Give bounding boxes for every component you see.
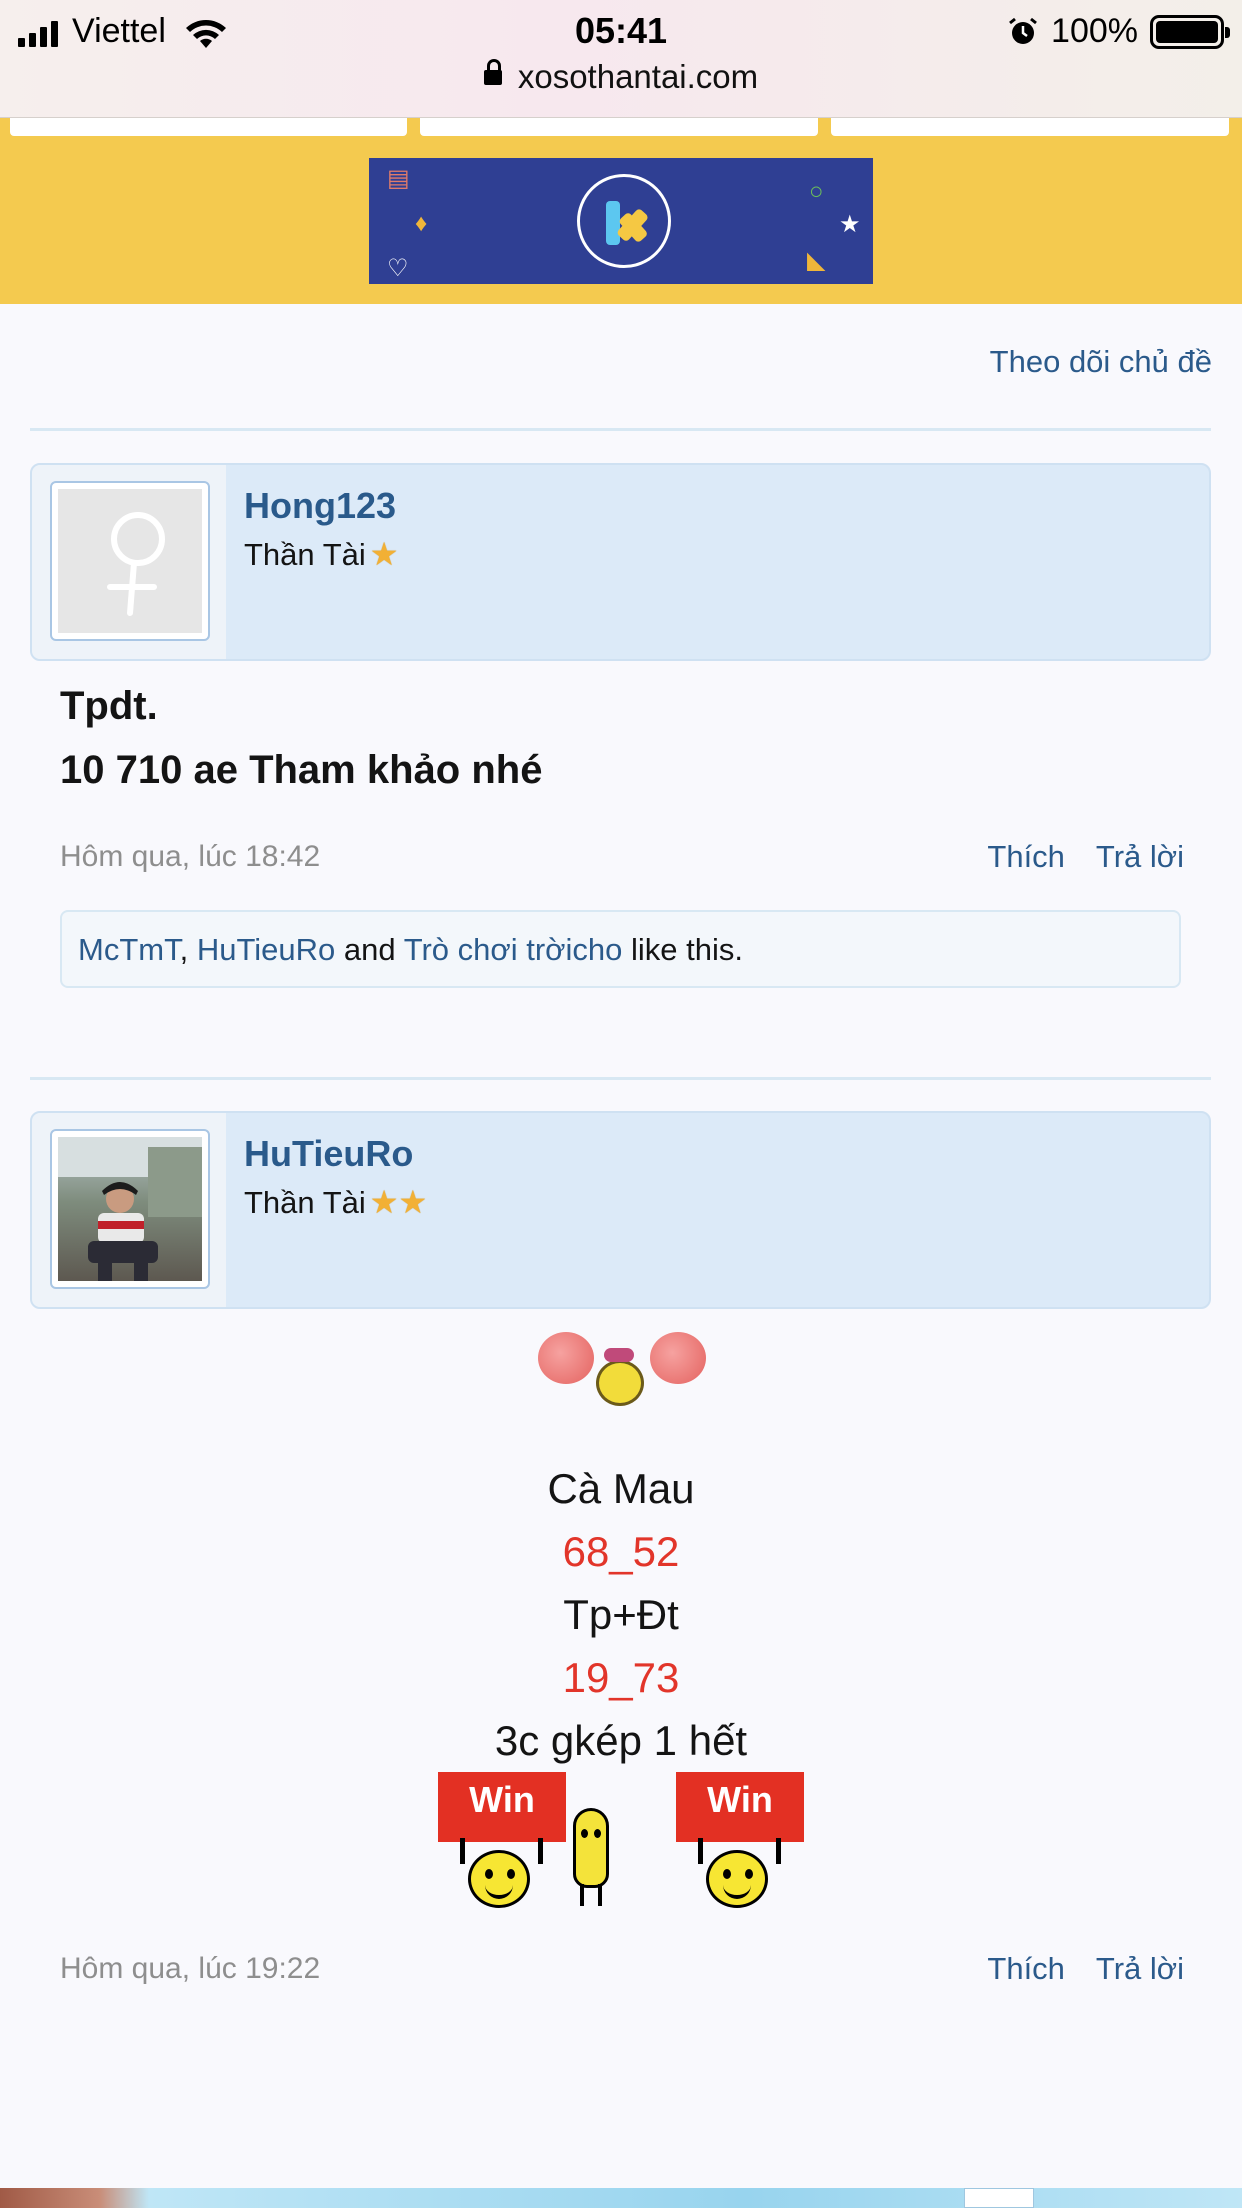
message-line: Tp+Đt (563, 1591, 679, 1638)
sock-icon: ◣ (807, 247, 826, 274)
status-bar: Viettel 05:41 100% (0, 8, 1242, 56)
message-line: 10 710 ae Tham khảo nhé (60, 748, 543, 792)
like-button[interactable]: Thích (987, 839, 1065, 875)
rank-title: Thần Tài (244, 537, 366, 572)
win-sign: Win (438, 1772, 566, 1842)
battery-icon (1150, 14, 1230, 49)
rank-star-icon: ★★ (369, 1184, 428, 1220)
leg (598, 1884, 602, 1906)
dancing-banana-icon (573, 1808, 609, 1888)
browser-top-bar: Viettel 05:41 100% xosothantai.com (0, 0, 1242, 118)
like-button[interactable]: Thích (987, 1951, 1065, 1987)
post-header: HuTieuRo Thần Tài ★★ (30, 1111, 1211, 1309)
brand-logo-icon (577, 174, 671, 268)
battery-percent: 100% (1051, 12, 1138, 50)
post-message: Cà Mau 68_52 Tp+Đt 19_73 3c gkép 1 hết (0, 1457, 1242, 1772)
follow-thread-link[interactable]: Theo dõi chủ đề (990, 344, 1212, 380)
divider (30, 1077, 1211, 1080)
likes-summary: McTmT, HuTieuRo and Trò chơi trờicho lik… (60, 910, 1181, 988)
reply-button[interactable]: Trả lời (1096, 1951, 1184, 1987)
star-icon: ★ (839, 211, 861, 238)
heart-icon: ♡ (387, 255, 409, 282)
url-domain: xosothantai.com (517, 58, 759, 95)
arm (776, 1838, 781, 1864)
leg (580, 1884, 584, 1906)
ad-banner[interactable]: ▤ ♦ ♡ ○ ★ ◣ (369, 158, 873, 284)
user-photo (58, 1137, 202, 1281)
lock-icon (483, 58, 502, 85)
post-actions: Thích Trả lời (987, 839, 1184, 875)
smiley-icon (706, 1850, 768, 1908)
user-rank: Thần Tài ★ (244, 535, 398, 573)
ad-card-middle[interactable] (420, 118, 818, 136)
cheerleader-emoticon-icon (538, 1330, 706, 1412)
smiley-icon (468, 1850, 530, 1908)
rank-title: Thần Tài (244, 1185, 366, 1220)
avatar[interactable] (50, 481, 210, 641)
message-line-number: 68_52 (562, 1528, 680, 1575)
status-right: 100% (1007, 12, 1230, 51)
message-line: 3c gkép 1 hết (494, 1717, 748, 1764)
likes-suffix: like this. (630, 932, 743, 967)
post-actions: Thích Trả lời (987, 1951, 1184, 1987)
post-header: Hong123 Thần Tài ★ (30, 463, 1211, 661)
avatar[interactable] (50, 1129, 210, 1289)
reply-button[interactable]: Trả lời (1096, 839, 1184, 875)
ad-card-right[interactable] (831, 118, 1229, 136)
onesie-icon: ♦ (415, 210, 428, 237)
ad-card-left[interactable] (10, 118, 407, 136)
post-message: Tpdt. 10 710 ae Tham khảo nhé (60, 674, 542, 802)
message-line: Cà Mau (547, 1465, 695, 1512)
arm (460, 1838, 465, 1864)
message-line-number: 19_73 (562, 1654, 680, 1701)
alarm-icon (1009, 17, 1037, 44)
ad-close-icon[interactable] (964, 2188, 1034, 2208)
rattle-icon: ▤ (387, 165, 410, 192)
user-rank: Thần Tài ★★ (244, 1183, 427, 1221)
likes-comma: , (179, 932, 189, 967)
arm (698, 1838, 703, 1864)
liker-link[interactable]: Trò chơi trờicho (404, 932, 623, 967)
liker-link[interactable]: HuTieuRo (197, 932, 335, 967)
liker-link[interactable]: McTmT (78, 932, 180, 967)
message-line: Tpdt. (60, 684, 158, 728)
win-sign: Win (676, 1772, 804, 1842)
bottom-ad-banner[interactable] (0, 2188, 1242, 2208)
female-symbol-icon (58, 489, 202, 633)
url-bar[interactable]: xosothantai.com (0, 58, 1242, 96)
avatar-cell (32, 1113, 226, 1307)
ad-area: ▤ ♦ ♡ ○ ★ ◣ (0, 118, 1242, 304)
username[interactable]: HuTieuRo (244, 1133, 413, 1175)
pacifier-icon: ○ (809, 178, 824, 205)
post-timestamp[interactable]: Hôm qua, lúc 19:22 (60, 1952, 320, 1986)
win-emoticon-group: Win Win (438, 1772, 804, 1912)
post-timestamp[interactable]: Hôm qua, lúc 18:42 (60, 840, 320, 874)
likes-and: and (343, 932, 396, 967)
divider (30, 428, 1211, 431)
arm (538, 1838, 543, 1864)
rank-star-icon: ★ (369, 536, 399, 572)
avatar-cell (32, 465, 226, 659)
username[interactable]: Hong123 (244, 485, 396, 527)
